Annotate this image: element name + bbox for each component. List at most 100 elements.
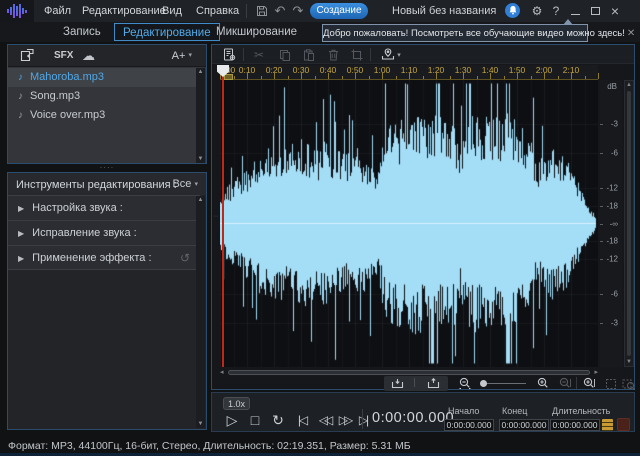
waveform-editor-panel: ✂ ▾ 0:10 0:20 0:30 0:40 0:50 1:00 1:10 1… — [211, 44, 637, 391]
zoom-in-horizontal-button[interactable] — [534, 376, 552, 391]
scroll-down-icon[interactable]: ▼ — [196, 421, 205, 427]
menu-file[interactable]: Файл — [40, 0, 75, 22]
tools-header: Инструменты редактирования : Все ▾ — [8, 173, 206, 195]
ruler-time-label: 0:20 — [265, 65, 283, 75]
zoom-slider-thumb[interactable] — [480, 380, 487, 387]
app-window: Файл Редактирование Вид Справка ↶ ↷ Созд… — [0, 0, 640, 456]
zoom-out-horizontal-button[interactable] — [456, 376, 474, 391]
channel-selector-icon[interactable] — [602, 419, 613, 431]
file-row[interactable]: ♪ Voice over.mp3 — [8, 106, 201, 125]
menu-view[interactable]: Вид — [158, 0, 186, 22]
file-row[interactable]: ♪ Mahoroba.mp3 — [8, 68, 201, 87]
file-name: Voice over.mp3 — [30, 109, 106, 121]
library-toolbar: SFX ☁ A+ ▾ — [8, 45, 206, 67]
stop-button[interactable]: □ — [247, 411, 263, 429]
file-row[interactable]: ♪ Song.mp3 — [8, 87, 201, 106]
tab-record[interactable]: Запись — [55, 23, 109, 41]
panel-handle[interactable]: ·· — [213, 213, 219, 220]
tooltip-pointer — [563, 19, 573, 25]
menu-edit[interactable]: Редактирование — [78, 0, 170, 22]
settings-gear-icon[interactable]: ⚙ — [528, 0, 546, 22]
menu-help[interactable]: Справка — [192, 0, 243, 22]
scroll-up-icon[interactable]: ▲ — [196, 69, 205, 75]
delete-button[interactable] — [324, 46, 342, 63]
ruler-time-label: 0:10 — [238, 65, 256, 75]
loop-button[interactable]: ↻ — [270, 411, 286, 429]
import-file-button[interactable] — [20, 48, 35, 62]
duration-field[interactable]: 0:00:00.000 — [550, 419, 600, 431]
mark-out-button[interactable] — [424, 376, 442, 391]
section-label: Настройка звука : — [32, 202, 123, 214]
toolbar-divider — [576, 377, 577, 389]
notification-bell-icon[interactable] — [505, 3, 520, 18]
skip-to-end-button[interactable]: ▷| — [353, 411, 373, 429]
undo-button[interactable]: ↶ — [272, 0, 288, 22]
file-format-status: Формат: MP3, 44100Гц, 16-бит, Стерео, Дл… — [8, 440, 411, 452]
waveform-display[interactable] — [220, 80, 598, 367]
save-button[interactable] — [254, 0, 270, 22]
fit-to-window-button[interactable] — [602, 376, 620, 391]
mark-in-button[interactable] — [388, 376, 406, 391]
scroll-down-icon[interactable]: ▼ — [196, 156, 205, 162]
zoom-out-vertical-button[interactable] — [556, 376, 574, 391]
channel-meter-icon[interactable] — [617, 418, 630, 431]
scroll-left-icon[interactable]: ◂ — [220, 369, 224, 377]
fast-forward-button[interactable]: ▷▷ — [333, 411, 355, 429]
section-adjust-audio[interactable]: ▶ Настройка звука : — [8, 195, 200, 220]
ruler-time-label: 1:50 — [508, 65, 526, 75]
zoom-slider[interactable] — [480, 380, 526, 387]
start-field[interactable]: 0:00:00.000 — [444, 419, 494, 431]
ruler-tick — [234, 76, 235, 79]
zoom-to-selection-button[interactable] — [619, 376, 637, 391]
scroll-down-icon[interactable]: ▼ — [625, 359, 633, 365]
zoom-toolbar — [212, 376, 637, 391]
properties-button[interactable] — [220, 46, 238, 63]
transport-divider — [362, 409, 363, 429]
panel-splitter[interactable]: ···· — [7, 164, 207, 172]
text-size-button[interactable]: A+ ▾ — [172, 45, 192, 67]
maximize-button[interactable] — [586, 0, 604, 22]
skip-to-start-button[interactable]: |◁ — [292, 411, 312, 429]
file-list-scrollbar[interactable]: ▲ ▼ — [196, 68, 205, 163]
scrollbar-thumb[interactable] — [228, 370, 590, 375]
play-button[interactable]: ▷ — [224, 411, 240, 429]
end-field[interactable]: 0:00:00.000 — [499, 419, 549, 431]
scrollbar-thumb[interactable] — [627, 91, 631, 356]
scroll-up-icon[interactable]: ▲ — [625, 82, 633, 88]
playhead-line — [222, 71, 224, 367]
music-note-icon: ♪ — [18, 110, 23, 121]
redo-button[interactable]: ↷ — [290, 0, 306, 22]
add-marker-button[interactable]: ▾ — [376, 46, 406, 63]
tools-filter-dropdown[interactable]: Все ▾ — [172, 173, 198, 196]
music-note-icon: ♪ — [18, 91, 23, 102]
create-button[interactable]: Создание — [310, 3, 368, 19]
close-button[interactable]: × — [606, 0, 624, 22]
editing-tools-panel: Инструменты редактирования : Все ▾ ▶ Наст… — [7, 172, 207, 430]
section-fix-audio[interactable]: ▶ Исправление звука : — [8, 220, 200, 245]
toolbar-divider — [370, 48, 371, 61]
trim-button[interactable] — [348, 46, 366, 63]
tools-scrollbar[interactable]: ▲ ▼ — [196, 196, 205, 428]
ruler-tick — [423, 76, 424, 79]
tooltip-close-icon[interactable]: ✕ — [625, 28, 640, 39]
cut-button[interactable]: ✂ — [250, 46, 268, 63]
vertical-zoom-scrollbar[interactable]: ▲ ▼ — [624, 80, 634, 367]
waveform-canvas[interactable] — [220, 80, 598, 367]
copy-button[interactable] — [276, 46, 294, 63]
ruler-tick — [396, 76, 397, 79]
timeline-marker-flag[interactable] — [224, 74, 233, 80]
sfx-library-button[interactable]: SFX — [54, 45, 73, 67]
rewind-button[interactable]: ◁◁ — [313, 411, 335, 429]
cloud-library-icon[interactable]: ☁ — [82, 45, 95, 67]
zoom-in-vertical-button[interactable] — [580, 376, 598, 391]
reset-icon[interactable]: ↺ — [180, 246, 190, 271]
ruler-time-label: 0:50 — [346, 65, 364, 75]
paste-button[interactable] — [300, 46, 318, 63]
tab-mix[interactable]: Микширование — [208, 23, 305, 41]
section-apply-effect[interactable]: ▶ Применение эффекта : ↺ — [8, 245, 200, 270]
scroll-up-icon[interactable]: ▲ — [196, 197, 205, 203]
tab-edit[interactable]: Редактирование — [114, 23, 220, 41]
playback-speed-button[interactable]: 1.0x — [223, 397, 250, 410]
timeline-ruler[interactable]: 0:000:100:200:300:400:501:001:101:201:30… — [219, 65, 599, 80]
toolbar-divider — [243, 48, 244, 61]
